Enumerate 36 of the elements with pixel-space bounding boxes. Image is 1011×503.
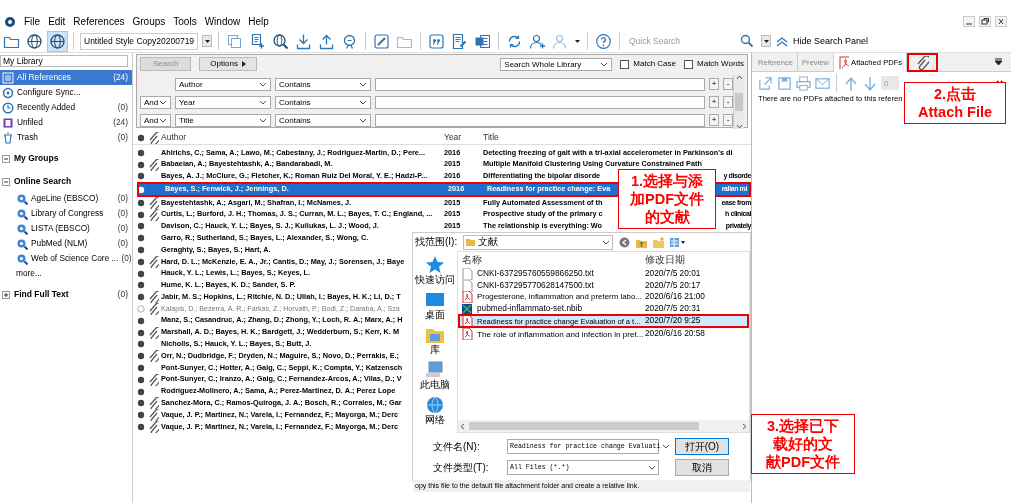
item-label: Recently Added [17, 102, 76, 113]
item-label: LISTA (EBSCO) [31, 223, 90, 234]
item-label: PubMed (NLM) [31, 238, 88, 249]
file-date: 2020/7/5 20:01 [645, 269, 702, 279]
item-label: Library of Congress [31, 208, 104, 219]
file-date: 2020/7/5 20:31 [645, 303, 702, 314]
field-label: 找范围(I): [415, 236, 458, 248]
callout-tooltip: 1.选择与添 加PDF文件 的文献 [618, 169, 716, 230]
file-name: The role of inflammation and infection in pret... [477, 329, 643, 340]
field-label: 文件名(N): [433, 440, 481, 453]
item-label: Unfiled [17, 117, 43, 128]
file-date: 2020/6/16 20:58 [645, 329, 706, 340]
item-count: (0) [117, 102, 128, 113]
item-label: AgeLine (EBSCO) [31, 193, 99, 204]
item-count: (24) [113, 117, 128, 128]
callout-tooltip: 2.点击 Attach File [904, 82, 1006, 125]
file-name: CNKI-637295760559866250.txt [477, 269, 595, 279]
item-label: All References [17, 72, 71, 83]
file-date: 2020/6/16 21:00 [645, 292, 706, 303]
item-label: Web of Science Core ... [31, 253, 119, 264]
file-name: CNKI-637295770628147500.txt [477, 280, 595, 291]
item-count: (0) [117, 132, 128, 143]
item-count: (0) [117, 193, 128, 204]
file-date: 2020/7/20 9:25 [645, 316, 702, 327]
item-count: (24) [113, 72, 128, 83]
file-date: 2020/7/5 20:17 [645, 280, 702, 291]
file-name: pubmed-inflammato-set.nbib [477, 303, 584, 314]
item-count: (0) [117, 208, 128, 219]
item-count: (0) [117, 238, 128, 249]
item-count: (0) [121, 253, 132, 264]
callout-tooltip: 3.选择已下 载好的文 献PDF文件 [751, 414, 855, 475]
item-label: Configure Sync... [17, 87, 81, 98]
field-label: 文件类型(T): [433, 461, 490, 474]
item-count: (0) [117, 223, 128, 234]
item-count: (0) [117, 289, 129, 300]
item-label: Trash [17, 132, 38, 143]
